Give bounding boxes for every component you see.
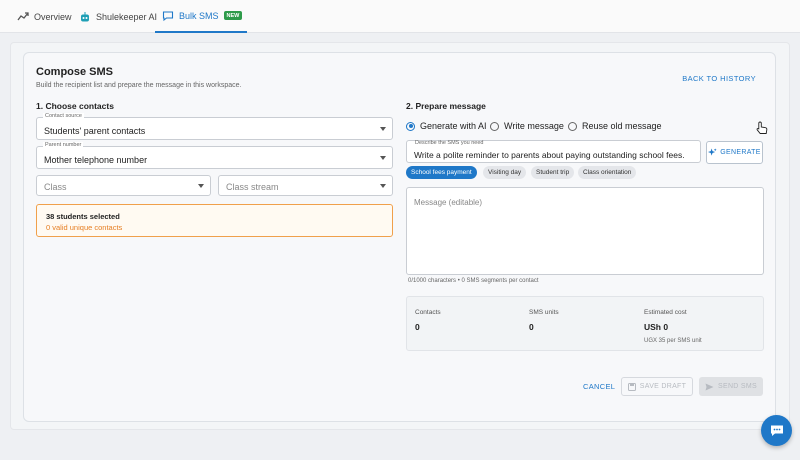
chip-student-trip[interactable]: Student trip xyxy=(531,166,575,179)
message-placeholder: Message (editable) xyxy=(414,198,483,207)
tab-label: Shulekeeper AI xyxy=(96,11,158,22)
cancel-button[interactable]: CANCEL xyxy=(583,382,615,391)
choose-contacts-heading: 1. Choose contacts xyxy=(36,101,114,111)
contact-source-label: Contact source xyxy=(43,113,84,119)
stat-estimated-cost: Estimated cost USh 0 UGX 35 per SMS unit xyxy=(644,309,702,344)
contact-source-value: Students' parent contacts xyxy=(44,126,146,136)
chat-support-button[interactable] xyxy=(761,415,792,446)
radio-unselected-icon xyxy=(490,121,499,131)
sparkle-icon xyxy=(708,148,717,157)
parent-number-label: Parent number xyxy=(43,142,84,148)
describe-sms-value: Write a polite reminder to parents about… xyxy=(414,150,685,160)
back-to-history-link[interactable]: BACK TO HISTORY xyxy=(682,74,756,83)
compose-card: Compose SMS Build the recipient list and… xyxy=(23,52,776,422)
selected-count: 38 students selected xyxy=(46,212,120,221)
message-textarea[interactable]: Message (editable) xyxy=(406,187,764,275)
tab-label: Bulk SMS xyxy=(179,10,219,21)
radio-label: Write message xyxy=(504,121,564,131)
stat-note: UGX 35 per SMS unit xyxy=(644,338,702,344)
send-sms-label: SEND SMS xyxy=(718,383,757,390)
chevron-down-icon xyxy=(198,184,204,188)
page-container: Compose SMS Build the recipient list and… xyxy=(10,42,790,430)
character-counter: 0/1000 characters • 0 SMS segments per c… xyxy=(408,278,539,284)
selection-summary: 38 students selected 0 valid unique cont… xyxy=(36,204,393,237)
chat-bubble-icon xyxy=(770,424,784,437)
tab-shulekeeper-ai[interactable]: Shulekeeper AI xyxy=(79,0,157,33)
chevron-down-icon xyxy=(380,127,386,131)
chip-class-orientation[interactable]: Class orientation xyxy=(578,166,637,179)
stat-label: Contacts xyxy=(415,309,441,316)
generate-label: GENERATE xyxy=(720,149,761,156)
save-draft-button[interactable]: SAVE DRAFT xyxy=(621,377,693,396)
tab-label: Overview xyxy=(34,11,72,22)
trend-line-icon xyxy=(17,11,29,23)
chip-school-fees-payment[interactable]: School fees payment xyxy=(406,166,477,179)
save-draft-label: SAVE DRAFT xyxy=(639,383,687,390)
chat-icon xyxy=(162,10,174,22)
send-icon xyxy=(705,383,714,391)
sms-stats-panel: Contacts 0 SMS units 0 Estimated cost US… xyxy=(406,296,764,351)
radio-generate-with-ai[interactable]: Generate with AI xyxy=(406,121,487,131)
valid-contacts-count: 0 valid unique contacts xyxy=(46,223,123,232)
describe-sms-input[interactable]: Describe the SMS you need Write a polite… xyxy=(406,140,701,163)
generate-button[interactable]: GENERATE xyxy=(706,141,763,164)
top-tab-bar: Overview Shulekeeper AI Bulk SMS NEW xyxy=(0,0,800,33)
stat-value: 0 xyxy=(529,322,534,332)
radio-label: Generate with AI xyxy=(420,121,487,131)
radio-unselected-icon xyxy=(568,121,577,131)
radio-label: Reuse old message xyxy=(582,121,662,131)
stat-value: 0 xyxy=(415,322,420,332)
radio-selected-icon xyxy=(406,121,415,131)
describe-sms-label: Describe the SMS you need xyxy=(415,140,484,146)
class-placeholder: Class xyxy=(44,182,67,192)
stat-label: Estimated cost xyxy=(644,309,687,316)
radio-write-message[interactable]: Write message xyxy=(490,121,564,131)
send-sms-button[interactable]: SEND SMS xyxy=(699,377,763,396)
class-select[interactable]: Class xyxy=(36,175,211,196)
class-stream-select[interactable]: Class stream xyxy=(218,175,393,196)
chevron-down-icon xyxy=(380,184,386,188)
prepare-message-heading: 2. Prepare message xyxy=(406,101,486,111)
stat-contacts: Contacts 0 xyxy=(415,309,441,332)
stat-value: USh 0 xyxy=(644,322,669,332)
robot-icon xyxy=(79,11,91,23)
radio-reuse-old-message[interactable]: Reuse old message xyxy=(568,121,662,131)
parent-number-value: Mother telephone number xyxy=(44,155,148,165)
tab-overview[interactable]: Overview xyxy=(17,0,72,33)
page-title: Compose SMS xyxy=(36,66,114,78)
pointer-cursor-icon xyxy=(756,121,768,134)
tab-bulk-sms[interactable]: Bulk SMS NEW xyxy=(155,0,248,33)
chip-visiting-day[interactable]: Visiting day xyxy=(483,166,527,179)
stat-sms-units: SMS units 0 xyxy=(529,309,559,332)
save-icon xyxy=(627,382,636,391)
chevron-down-icon xyxy=(380,156,386,160)
page-subtitle: Build the recipient list and prepare the… xyxy=(36,82,242,89)
contact-source-select[interactable]: Contact source Students' parent contacts xyxy=(36,113,393,140)
class-stream-placeholder: Class stream xyxy=(226,182,279,192)
parent-number-select[interactable]: Parent number Mother telephone number xyxy=(36,142,393,169)
stat-label: SMS units xyxy=(529,309,559,316)
new-badge: NEW xyxy=(223,11,243,20)
